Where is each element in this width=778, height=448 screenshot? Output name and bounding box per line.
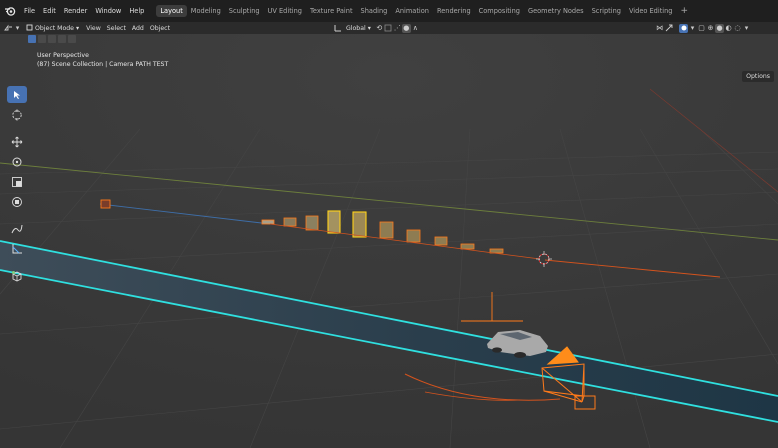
toolbar-separator [7, 213, 29, 217]
main-menu: File Edit Render Window Help [20, 7, 148, 15]
tab-layout[interactable]: Layout [156, 5, 187, 17]
transform-orientation-dropdown[interactable]: Global ▾ [342, 25, 375, 32]
mode-selector[interactable]: Object Mode ▾ [22, 24, 83, 33]
orientation-label: Global [346, 24, 366, 32]
chevron-down-icon: ▾ [75, 24, 80, 32]
tab-rendering[interactable]: Rendering [433, 5, 475, 17]
transform-icon[interactable] [7, 193, 27, 210]
tab-texture-paint[interactable]: Texture Paint [306, 5, 357, 17]
chevron-down-icon[interactable]: ▾ [13, 24, 22, 33]
rotate-icon[interactable] [7, 153, 27, 170]
add-workspace-button[interactable]: + [676, 6, 692, 16]
overlays-icon[interactable] [679, 23, 688, 33]
tool-shelf [7, 86, 29, 284]
cursor-icon[interactable] [7, 106, 27, 123]
object-menu[interactable]: Object [147, 25, 173, 32]
wireframe-shading-icon[interactable]: ⊕ [706, 24, 715, 33]
xray-icon[interactable]: ▢ [697, 24, 706, 33]
rendered-shading-icon[interactable]: ◌ [733, 24, 742, 33]
3d-viewport[interactable]: User Perspective (87) Scene Collection |… [0, 34, 778, 448]
tab-shading[interactable]: Shading [357, 5, 392, 17]
mode-label: Object Mode [35, 24, 74, 32]
gizmo-toggle-icon[interactable] [664, 24, 673, 33]
proportional-edit-icon[interactable]: ● [401, 23, 411, 33]
blender-logo-icon[interactable] [3, 4, 17, 18]
workspace-tabs: Layout Modeling Sculpting UV Editing Tex… [156, 5, 692, 17]
select-new-icon[interactable] [28, 35, 36, 43]
editor-type-icon[interactable] [4, 24, 13, 33]
menu-render[interactable]: Render [60, 7, 91, 15]
selected-cube-small[interactable] [100, 199, 111, 209]
collection-info: (87) Scene Collection | Camera PATH TEST [37, 60, 169, 68]
select-invert-icon[interactable] [58, 35, 66, 43]
pivot-point-icon[interactable]: ⟲ [375, 24, 384, 33]
menu-help[interactable]: Help [125, 7, 148, 15]
menu-edit[interactable]: Edit [39, 7, 60, 15]
tab-geometry-nodes[interactable]: Geometry Nodes [524, 5, 588, 17]
menu-window[interactable]: Window [91, 7, 125, 15]
view-menu[interactable]: View [83, 25, 104, 32]
annotate-icon[interactable] [7, 220, 27, 237]
tab-uv-editing[interactable]: UV Editing [264, 5, 306, 17]
snap-target-icon[interactable]: ⋰ [393, 24, 402, 33]
select-extend-icon[interactable] [38, 35, 46, 43]
perspective-label: User Perspective [37, 52, 89, 59]
add-menu[interactable]: Add [129, 25, 147, 32]
toolbar-separator [7, 126, 29, 130]
object-mode-icon [26, 24, 33, 33]
menu-file[interactable]: File [20, 7, 39, 15]
scene-canvas [0, 34, 778, 448]
chevron-down-icon[interactable]: ▾ [688, 24, 697, 33]
orientation-icon [333, 24, 342, 33]
add-cube-icon[interactable] [7, 267, 27, 284]
tab-sculpting[interactable]: Sculpting [225, 5, 264, 17]
solid-shading-icon[interactable]: ● [715, 23, 724, 33]
options-button[interactable]: Options [742, 71, 774, 82]
tab-scripting[interactable]: Scripting [588, 5, 625, 17]
snap-icon[interactable] [384, 24, 393, 33]
select-box-icon[interactable] [7, 86, 27, 103]
tab-video-editing[interactable]: Video Editing [625, 5, 677, 17]
viewport-header: ▾ Object Mode ▾ View Select Add Object G… [0, 22, 778, 34]
select-intersect-icon[interactable] [68, 35, 76, 43]
top-bar: File Edit Render Window Help Layout Mode… [0, 0, 778, 22]
chevron-down-icon: ▾ [367, 24, 371, 32]
selection-mode-group [28, 35, 76, 43]
tab-compositing[interactable]: Compositing [475, 5, 524, 17]
toolbar-separator [7, 260, 29, 264]
tab-modeling[interactable]: Modeling [187, 5, 225, 17]
visibility-icon[interactable]: ⋈ [655, 24, 664, 33]
move-icon[interactable] [7, 133, 27, 150]
scale-icon[interactable] [7, 173, 27, 190]
chevron-down-icon[interactable]: ▾ [742, 24, 751, 33]
viewport-info: User Perspective (87) Scene Collection |… [37, 52, 168, 69]
select-menu[interactable]: Select [104, 25, 129, 32]
tab-animation[interactable]: Animation [391, 5, 433, 17]
material-preview-icon[interactable]: ◐ [724, 24, 733, 33]
measure-icon[interactable] [7, 240, 27, 257]
falloff-icon[interactable]: ∧ [411, 24, 420, 33]
select-subtract-icon[interactable] [48, 35, 56, 43]
